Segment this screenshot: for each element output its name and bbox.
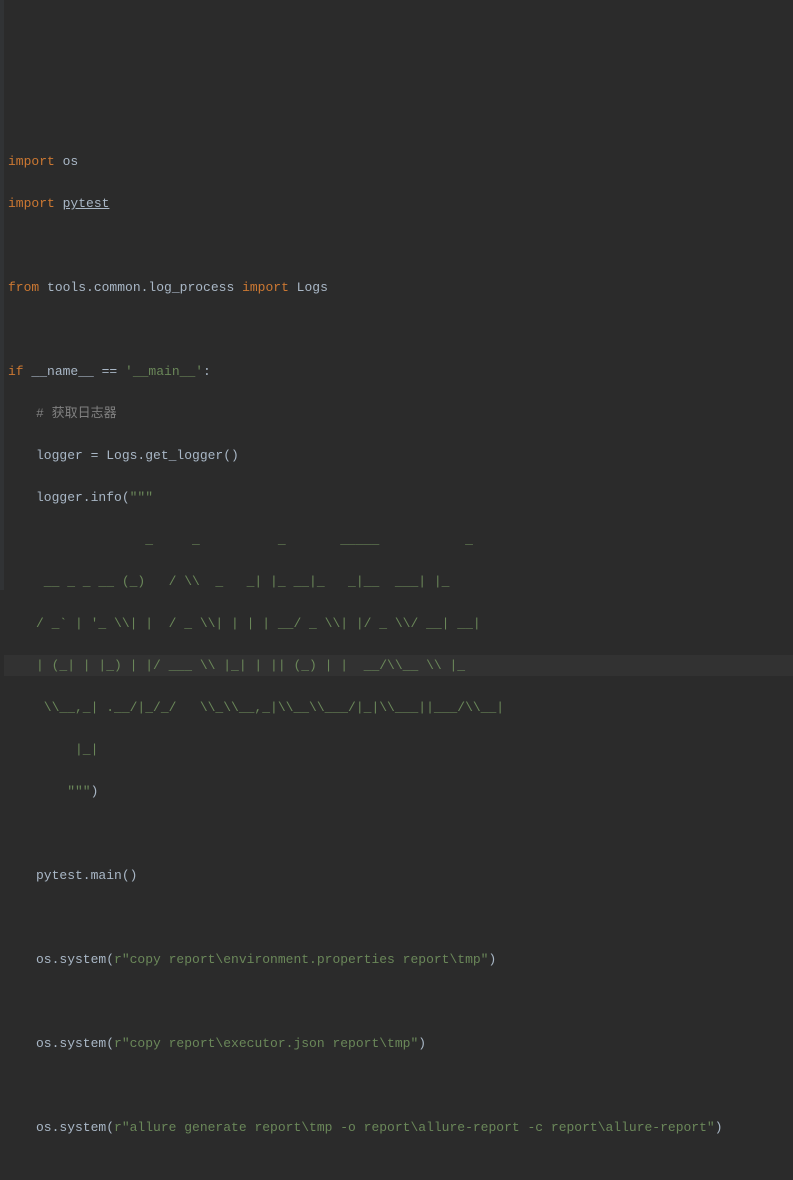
keyword: import bbox=[242, 280, 289, 295]
code-line[interactable]: |_| bbox=[4, 739, 793, 760]
code-editor[interactable]: import os import pytest from tools.commo… bbox=[0, 126, 793, 1180]
code-line[interactable] bbox=[4, 319, 793, 340]
identifier: pytest.main() bbox=[36, 868, 137, 883]
code-line[interactable]: os.system(r"allure generate report\tmp -… bbox=[4, 1117, 793, 1138]
punct: : bbox=[203, 364, 211, 379]
ascii-art: \\__,_| .__/|_/_/ \\_\\__,_|\\__\\___/|_… bbox=[36, 700, 504, 715]
punct: ) bbox=[715, 1120, 723, 1135]
code-line[interactable]: logger = Logs.get_logger() bbox=[4, 445, 793, 466]
code-line[interactable]: os.system(r"copy report\environment.prop… bbox=[4, 949, 793, 970]
code-line[interactable]: """) bbox=[4, 781, 793, 802]
string: """ bbox=[36, 784, 91, 799]
code-line[interactable] bbox=[4, 991, 793, 1012]
identifier: __name__ == bbox=[24, 364, 125, 379]
identifier: os.system( bbox=[36, 1120, 114, 1135]
code-line[interactable]: import os bbox=[4, 151, 793, 172]
identifier bbox=[55, 196, 63, 211]
string: r"allure generate report\tmp -o report\a… bbox=[114, 1120, 715, 1135]
string: r"copy report\environment.properties rep… bbox=[114, 952, 488, 967]
code-line[interactable]: from tools.common.log_process import Log… bbox=[4, 277, 793, 298]
identifier: os.system( bbox=[36, 1036, 114, 1051]
identifier: logger = Logs.get_logger() bbox=[36, 448, 239, 463]
ascii-art: | (_| | |_) | |/ ___ \\ |_| | || (_) | |… bbox=[36, 658, 465, 673]
code-line[interactable] bbox=[4, 823, 793, 844]
code-line[interactable]: __ _ _ __ (_) / \\ _ _| |_ __|_ _|__ ___… bbox=[4, 571, 793, 592]
identifier: logger.info( bbox=[36, 490, 130, 505]
keyword: if bbox=[8, 364, 24, 379]
ascii-art: __ _ _ __ (_) / \\ _ _| |_ __|_ _|__ ___… bbox=[36, 574, 449, 589]
code-line-current[interactable]: | (_| | |_) | |/ ___ \\ |_| | || (_) | |… bbox=[4, 655, 793, 676]
code-line[interactable]: logger.info(""" bbox=[4, 487, 793, 508]
string: r"copy report\executor.json report\tmp" bbox=[114, 1036, 418, 1051]
identifier: Logs bbox=[289, 280, 328, 295]
identifier: os bbox=[55, 154, 78, 169]
punct: ) bbox=[91, 784, 99, 799]
identifier: os.system( bbox=[36, 952, 114, 967]
code-line[interactable] bbox=[4, 235, 793, 256]
code-line[interactable]: import pytest bbox=[4, 193, 793, 214]
ascii-art: _ _ _ _____ _ bbox=[36, 532, 473, 547]
code-line[interactable]: pytest.main() bbox=[4, 865, 793, 886]
ascii-art: / _` | '_ \\| | / _ \\| | | | __/ _ \\| … bbox=[36, 616, 481, 631]
code-line[interactable] bbox=[4, 907, 793, 928]
ascii-art: |_| bbox=[36, 742, 98, 757]
keyword: from bbox=[8, 280, 39, 295]
code-line[interactable]: _ _ _ _____ _ bbox=[4, 529, 793, 550]
code-line[interactable]: if __name__ == '__main__': bbox=[4, 361, 793, 382]
comment: # 获取日志器 bbox=[36, 406, 117, 421]
code-line[interactable] bbox=[4, 1075, 793, 1096]
string: '__main__' bbox=[125, 364, 203, 379]
code-line[interactable]: / _` | '_ \\| | / _ \\| | | | __/ _ \\| … bbox=[4, 613, 793, 634]
code-line[interactable]: \\__,_| .__/|_/_/ \\_\\__,_|\\__\\___/|_… bbox=[4, 697, 793, 718]
keyword: import bbox=[8, 154, 55, 169]
code-line[interactable] bbox=[4, 1159, 793, 1180]
punct: ) bbox=[418, 1036, 426, 1051]
string: """ bbox=[130, 490, 153, 505]
keyword: import bbox=[8, 196, 55, 211]
punct: ) bbox=[488, 952, 496, 967]
identifier: tools.common.log_process bbox=[39, 280, 242, 295]
code-line[interactable]: # 获取日志器 bbox=[4, 403, 793, 424]
gutter bbox=[0, 0, 4, 590]
import-link[interactable]: pytest bbox=[63, 196, 110, 211]
code-line[interactable]: os.system(r"copy report\executor.json re… bbox=[4, 1033, 793, 1054]
